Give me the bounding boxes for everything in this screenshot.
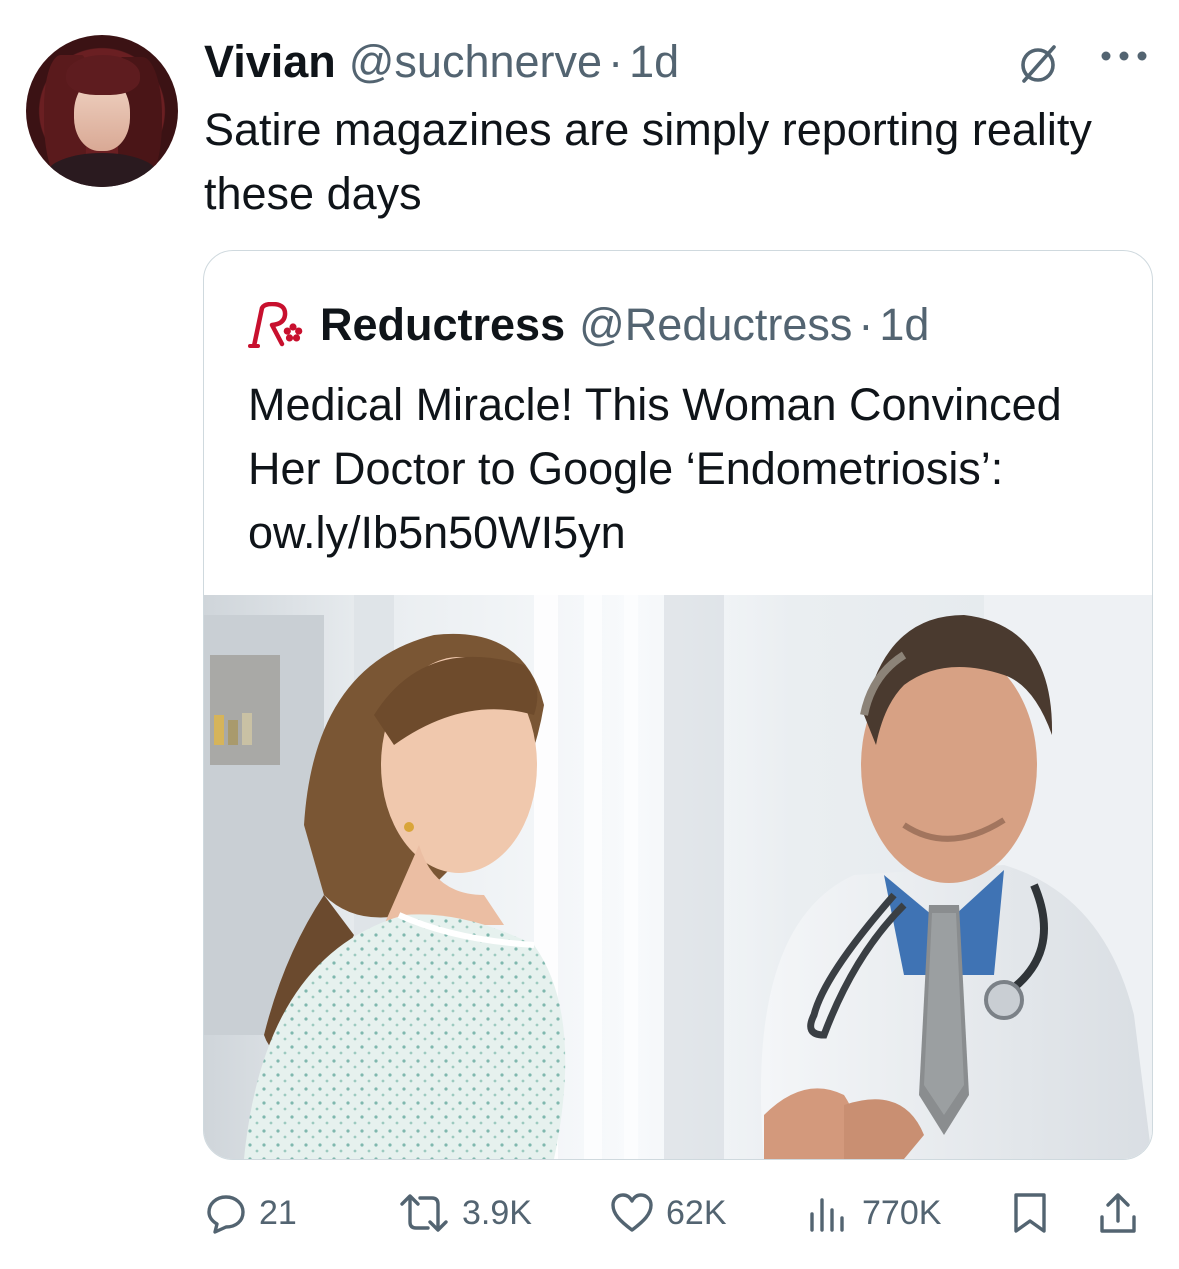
repost-count: 3.9K xyxy=(462,1193,532,1232)
mute-icon[interactable] xyxy=(1014,40,1062,88)
tweet-header: Vivian @suchnerve · 1d xyxy=(204,34,679,90)
separator-dot: · xyxy=(858,299,874,350)
reply-count: 21 xyxy=(259,1193,297,1232)
views-icon xyxy=(810,1198,844,1232)
share-icon xyxy=(1100,1193,1136,1233)
quoted-tweet[interactable]: Reductress @Reductress · 1d Medical Mira… xyxy=(203,250,1153,1160)
bookmark-button[interactable] xyxy=(1010,1182,1050,1244)
reductress-logo xyxy=(248,302,303,348)
quoted-display-name[interactable]: Reductress xyxy=(320,299,565,351)
avatar[interactable] xyxy=(26,35,178,187)
quoted-image[interactable] xyxy=(204,595,1152,1159)
quoted-handle[interactable]: @Reductress xyxy=(579,299,852,351)
user-handle[interactable]: @suchnerve xyxy=(349,34,602,90)
quoted-header: Reductress @Reductress · 1d xyxy=(248,299,929,351)
quoted-timestamp[interactable]: 1d xyxy=(879,299,929,351)
heart-icon xyxy=(611,1193,653,1232)
repost-icon xyxy=(400,1194,448,1232)
share-button[interactable] xyxy=(1098,1182,1138,1244)
action-bar: 21 3.9K 62K 770K xyxy=(0,1182,1179,1244)
like-count: 62K xyxy=(666,1193,727,1232)
views-button[interactable]: 770K xyxy=(806,1182,941,1244)
tweet-text: Satire magazines are simply reporting re… xyxy=(204,104,1092,219)
views-count: 770K xyxy=(862,1193,942,1232)
display-name[interactable]: Vivian xyxy=(204,34,336,90)
timestamp[interactable]: 1d xyxy=(629,34,679,90)
quoted-text: Medical Miracle! This Woman Convinced He… xyxy=(248,379,1062,558)
more-icon[interactable] xyxy=(1096,46,1152,66)
like-button[interactable]: 62K xyxy=(610,1182,727,1244)
reply-icon xyxy=(207,1195,245,1234)
repost-button[interactable]: 3.9K xyxy=(398,1182,532,1244)
bookmark-icon xyxy=(1014,1193,1046,1233)
reply-button[interactable]: 21 xyxy=(205,1182,297,1244)
separator-dot: · xyxy=(608,36,624,87)
